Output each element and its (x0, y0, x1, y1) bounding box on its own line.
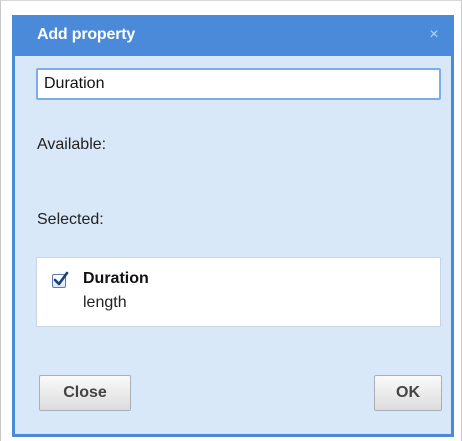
selected-properties-list: Duration length (36, 257, 441, 327)
selected-item-type: length (83, 294, 127, 311)
close-icon[interactable]: × (425, 26, 443, 44)
ok-button[interactable]: OK (374, 375, 442, 411)
add-property-dialog: Add property × Available: Selected: Dura… (12, 15, 454, 437)
dialog-titlebar: Add property × (15, 18, 451, 56)
selected-label: Selected: (37, 211, 104, 228)
close-button[interactable]: Close (39, 375, 131, 411)
selected-item-name: Duration (83, 270, 149, 287)
checkmark-icon (53, 271, 69, 286)
property-name-input[interactable] (36, 68, 441, 100)
available-label: Available: (37, 136, 107, 153)
dialog-title: Add property (37, 26, 136, 43)
duration-checkbox[interactable] (52, 271, 69, 288)
